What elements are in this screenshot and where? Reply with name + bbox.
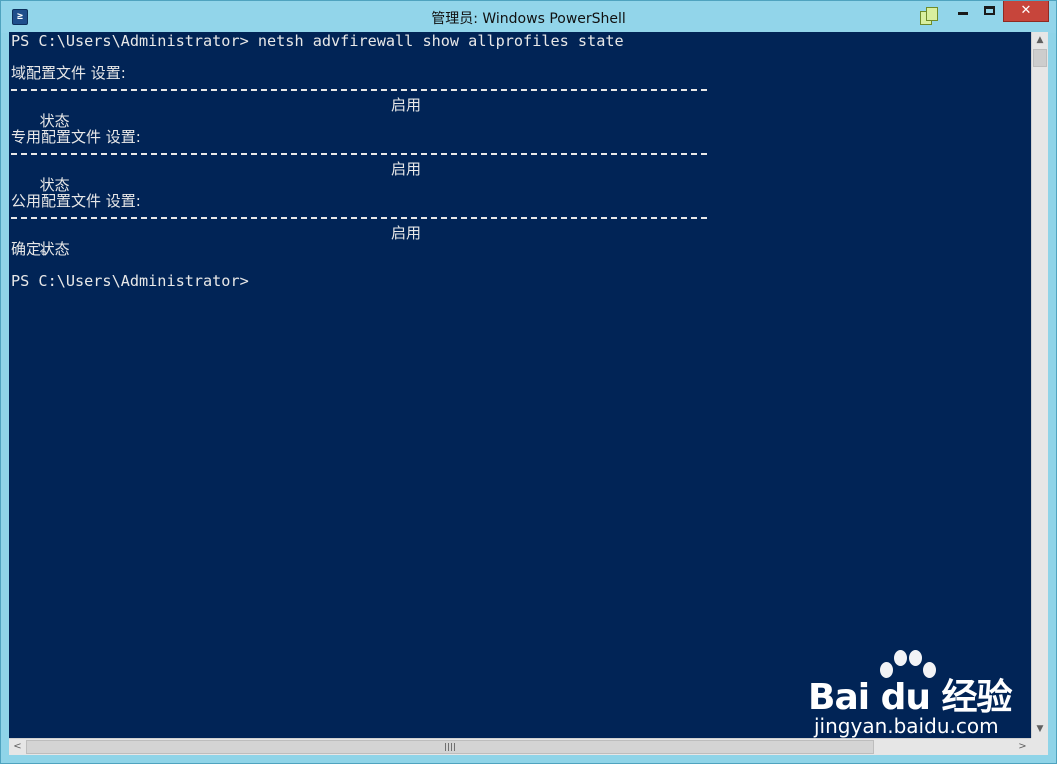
snap-windows-icon[interactable] bbox=[918, 7, 940, 27]
scroll-down-arrow-icon[interactable]: ▼ bbox=[1032, 721, 1048, 738]
watermark-brand: Bai du 经验 bbox=[808, 677, 1013, 718]
setting-value: 启用 bbox=[391, 224, 422, 242]
scrollbar-corner bbox=[1031, 738, 1048, 755]
horizontal-scroll-thumb[interactable] bbox=[26, 740, 874, 754]
console-line: 状态 启用 bbox=[11, 225, 421, 257]
vertical-scroll-thumb[interactable] bbox=[1033, 49, 1047, 67]
close-icon: ✕ bbox=[1020, 3, 1032, 18]
separator-line bbox=[11, 153, 709, 155]
console-prompt: PS C:\Users\Administrator> bbox=[11, 272, 249, 290]
close-button[interactable]: ✕ bbox=[1003, 1, 1049, 22]
scroll-right-arrow-icon[interactable]: > bbox=[1014, 739, 1031, 755]
maximize-button[interactable] bbox=[976, 1, 1003, 22]
horizontal-scrollbar[interactable]: < > bbox=[9, 738, 1031, 755]
maximize-icon bbox=[984, 6, 995, 15]
console-line: 专用配置文件 设置: bbox=[11, 128, 141, 146]
console-line: 状态 启用 bbox=[11, 97, 421, 129]
separator-line bbox=[11, 89, 709, 91]
baidu-jingyan-watermark: Bai du 经验 jingyan.baidu.com bbox=[808, 650, 1013, 738]
grip-icon bbox=[445, 743, 455, 751]
watermark-url: jingyan.baidu.com bbox=[814, 714, 999, 738]
setting-value: 启用 bbox=[391, 96, 422, 114]
title-bar[interactable]: ≥ 管理员: Windows PowerShell ✕ bbox=[1, 1, 1056, 33]
console-line: 确定。 bbox=[11, 240, 57, 258]
minimize-icon bbox=[958, 12, 968, 15]
setting-value: 启用 bbox=[391, 160, 422, 178]
console-output[interactable]: PS C:\Users\Administrator> netsh advfire… bbox=[9, 32, 1031, 738]
minimize-button[interactable] bbox=[950, 1, 976, 22]
console-line: 公用配置文件 设置: bbox=[11, 192, 141, 210]
scroll-left-arrow-icon[interactable]: < bbox=[9, 739, 26, 755]
console-line: PS C:\Users\Administrator> netsh advfire… bbox=[11, 32, 624, 50]
console-line: 域配置文件 设置: bbox=[11, 64, 126, 82]
window-title: 管理员: Windows PowerShell bbox=[431, 11, 626, 27]
vertical-scrollbar[interactable]: ▲ ▼ bbox=[1031, 32, 1048, 738]
separator-line bbox=[11, 217, 709, 219]
console-line: 状态 启用 bbox=[11, 161, 421, 193]
scroll-up-arrow-icon[interactable]: ▲ bbox=[1032, 32, 1048, 49]
